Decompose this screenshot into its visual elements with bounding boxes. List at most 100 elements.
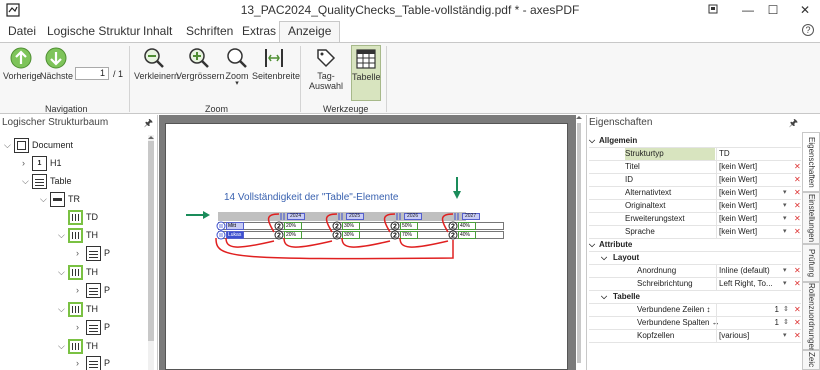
- ribbon-separator: [300, 46, 301, 112]
- pin-icon[interactable]: 🖈: [144, 116, 153, 133]
- clear-icon[interactable]: ✕: [794, 226, 801, 238]
- chevron-down-icon[interactable]: ⌵: [22, 176, 32, 187]
- chevron-down-icon[interactable]: ⌵: [58, 341, 68, 352]
- table-tool-button[interactable]: Tabelle: [351, 45, 381, 101]
- chevron-down-icon[interactable]: ⌵: [58, 267, 68, 278]
- tab-datei[interactable]: Datei: [8, 24, 36, 38]
- clear-icon[interactable]: ✕: [794, 213, 801, 225]
- zoom-dropdown-button[interactable]: Zoom ▾: [224, 47, 250, 87]
- clear-icon[interactable]: ✕: [794, 187, 801, 199]
- zoom-out-button[interactable]: Verkleinern: [134, 47, 179, 81]
- chevron-down-icon[interactable]: ⌵: [601, 291, 607, 303]
- prop-row[interactable]: ID [kein Wert] ✕: [589, 174, 801, 187]
- zoom-in-button[interactable]: Vergrössern: [176, 47, 225, 81]
- clear-icon[interactable]: ✕: [794, 161, 801, 173]
- section-general[interactable]: ⌵ Allgemein: [589, 135, 801, 148]
- clear-icon[interactable]: ✕: [794, 278, 801, 290]
- chevron-right-icon[interactable]: ›: [76, 248, 86, 258]
- ribbon-separator: [386, 46, 387, 112]
- table-header-icon: [68, 264, 83, 280]
- tree-item-h1[interactable]: › 1 H1: [22, 155, 62, 171]
- chevron-right-icon[interactable]: ›: [76, 285, 86, 295]
- chevron-right-icon[interactable]: ›: [22, 158, 32, 168]
- tree-item-td[interactable]: TD: [58, 209, 98, 225]
- tree-item-tr[interactable]: ⌵ TR: [40, 191, 80, 207]
- prop-row[interactable]: Alternativtext [kein Wert] ▾ ✕: [589, 187, 801, 200]
- chevron-down-icon[interactable]: ▾: [783, 278, 787, 290]
- clear-icon[interactable]: ✕: [794, 317, 801, 329]
- clear-icon[interactable]: ✕: [794, 265, 801, 277]
- document-scrollbar[interactable]: [576, 115, 582, 370]
- prop-row[interactable]: Originaltext [kein Wert] ▾ ✕: [589, 200, 801, 213]
- tab-logische-struktur[interactable]: Logische Struktur: [47, 24, 140, 38]
- chevron-down-icon[interactable]: ▾: [783, 213, 787, 225]
- tree-item-p[interactable]: › P: [76, 355, 110, 370]
- chevron-down-icon[interactable]: ▾: [783, 330, 787, 342]
- prop-row[interactable]: Sprache [kein Wert] ▾ ✕: [589, 226, 801, 239]
- clear-icon[interactable]: ✕: [794, 304, 801, 316]
- tree-item-th[interactable]: ⌵ TH: [58, 264, 98, 280]
- help-icon[interactable]: ?: [802, 24, 814, 36]
- chevron-down-icon[interactable]: ▾: [783, 200, 787, 212]
- tab-schriften[interactable]: Schriften: [186, 24, 233, 38]
- zoom-group-label: Zoom: [205, 104, 229, 114]
- tree-scrollbar[interactable]: [146, 135, 156, 370]
- tree-item-table[interactable]: ⌵ Table: [22, 173, 72, 189]
- prop-row[interactable]: Kopfzellen [various] ▾ ✕: [589, 330, 801, 343]
- pin-icon[interactable]: 🖈: [789, 116, 798, 133]
- previous-page-button[interactable]: Vorherige: [3, 47, 42, 81]
- chevron-down-icon[interactable]: ⌵: [40, 194, 50, 205]
- maximize-button[interactable]: ☐: [763, 1, 783, 19]
- side-tab-more[interactable]: Zeic: [802, 350, 820, 370]
- chevron-right-icon[interactable]: ›: [76, 358, 86, 368]
- prop-row[interactable]: Verbundene Spalten ↔ 1 ⇕ ✕: [589, 317, 801, 330]
- close-button[interactable]: ✕: [795, 1, 815, 19]
- tree-item-th[interactable]: ⌵ TH: [58, 338, 98, 354]
- tab-extras[interactable]: Extras: [242, 24, 276, 38]
- tree-item-p[interactable]: › P: [76, 245, 110, 261]
- fit-width-button[interactable]: Seitenbreite: [252, 47, 300, 81]
- side-tab-role-mapping[interactable]: Rollenzuordnungen: [802, 282, 820, 352]
- chevron-down-icon[interactable]: ⌵: [58, 230, 68, 241]
- page-number-input[interactable]: 1: [75, 67, 109, 80]
- chevron-down-icon[interactable]: ▾: [783, 265, 787, 277]
- prop-row[interactable]: Titel [kein Wert] ✕: [589, 161, 801, 174]
- prop-row[interactable]: Strukturtyp TD: [589, 148, 801, 161]
- tree-item-th[interactable]: ⌵ TH: [58, 301, 98, 317]
- side-tab-check[interactable]: Prüfung: [802, 244, 820, 282]
- stepper-icon[interactable]: ⇕: [783, 317, 789, 329]
- side-tab-settings[interactable]: Einstellungen: [802, 192, 820, 244]
- prop-row[interactable]: Anordnung Inline (default) ▾ ✕: [589, 265, 801, 278]
- chevron-down-icon[interactable]: ⌵: [589, 135, 595, 147]
- chevron-down-icon[interactable]: ▾: [783, 226, 787, 238]
- clear-icon[interactable]: ✕: [794, 200, 801, 212]
- clear-icon[interactable]: ✕: [794, 174, 801, 186]
- tab-inhalt[interactable]: Inhalt: [143, 24, 172, 38]
- section-table[interactable]: ⌵ Tabelle: [589, 291, 801, 304]
- stepper-icon[interactable]: ⇕: [783, 304, 789, 316]
- tree-item-document[interactable]: ⌵ Document: [4, 137, 73, 153]
- tab-anzeige[interactable]: Anzeige: [279, 21, 341, 42]
- prop-row[interactable]: Schreibrichtung Left Right, To... ▾ ✕: [589, 278, 801, 291]
- minimize-button[interactable]: —: [738, 1, 758, 19]
- tree-item-th[interactable]: ⌵ TH: [58, 227, 98, 243]
- document-view[interactable]: 14 Vollständigkeit der "Table"-Elemente …: [159, 115, 576, 370]
- svg-text:2: 2: [393, 224, 397, 231]
- prop-row[interactable]: Verbundene Zeilen ↕ 1 ⇕ ✕: [589, 304, 801, 317]
- chevron-down-icon[interactable]: ⌵: [601, 252, 607, 264]
- tree-item-p[interactable]: › P: [76, 319, 110, 335]
- chevron-down-icon[interactable]: ⌵: [589, 239, 595, 251]
- section-attributes[interactable]: ⌵ Attribute: [589, 239, 801, 252]
- chevron-right-icon[interactable]: ›: [76, 322, 86, 332]
- chevron-down-icon[interactable]: ▾: [783, 187, 787, 199]
- chevron-down-icon[interactable]: ⌵: [4, 140, 14, 151]
- next-page-button[interactable]: Nächste: [40, 47, 73, 81]
- clear-icon[interactable]: ✕: [794, 330, 801, 342]
- chevron-down-icon[interactable]: ⌵: [58, 304, 68, 315]
- side-tab-properties[interactable]: Eigenschaften: [802, 132, 820, 192]
- prop-row[interactable]: Erweiterungstext [kein Wert] ▾ ✕: [589, 213, 801, 226]
- restore-icon[interactable]: [703, 1, 723, 19]
- tree-item-p[interactable]: › P: [76, 282, 110, 298]
- tag-select-button[interactable]: Tag-Auswahl: [304, 47, 348, 91]
- section-layout[interactable]: ⌵ Layout: [589, 252, 801, 265]
